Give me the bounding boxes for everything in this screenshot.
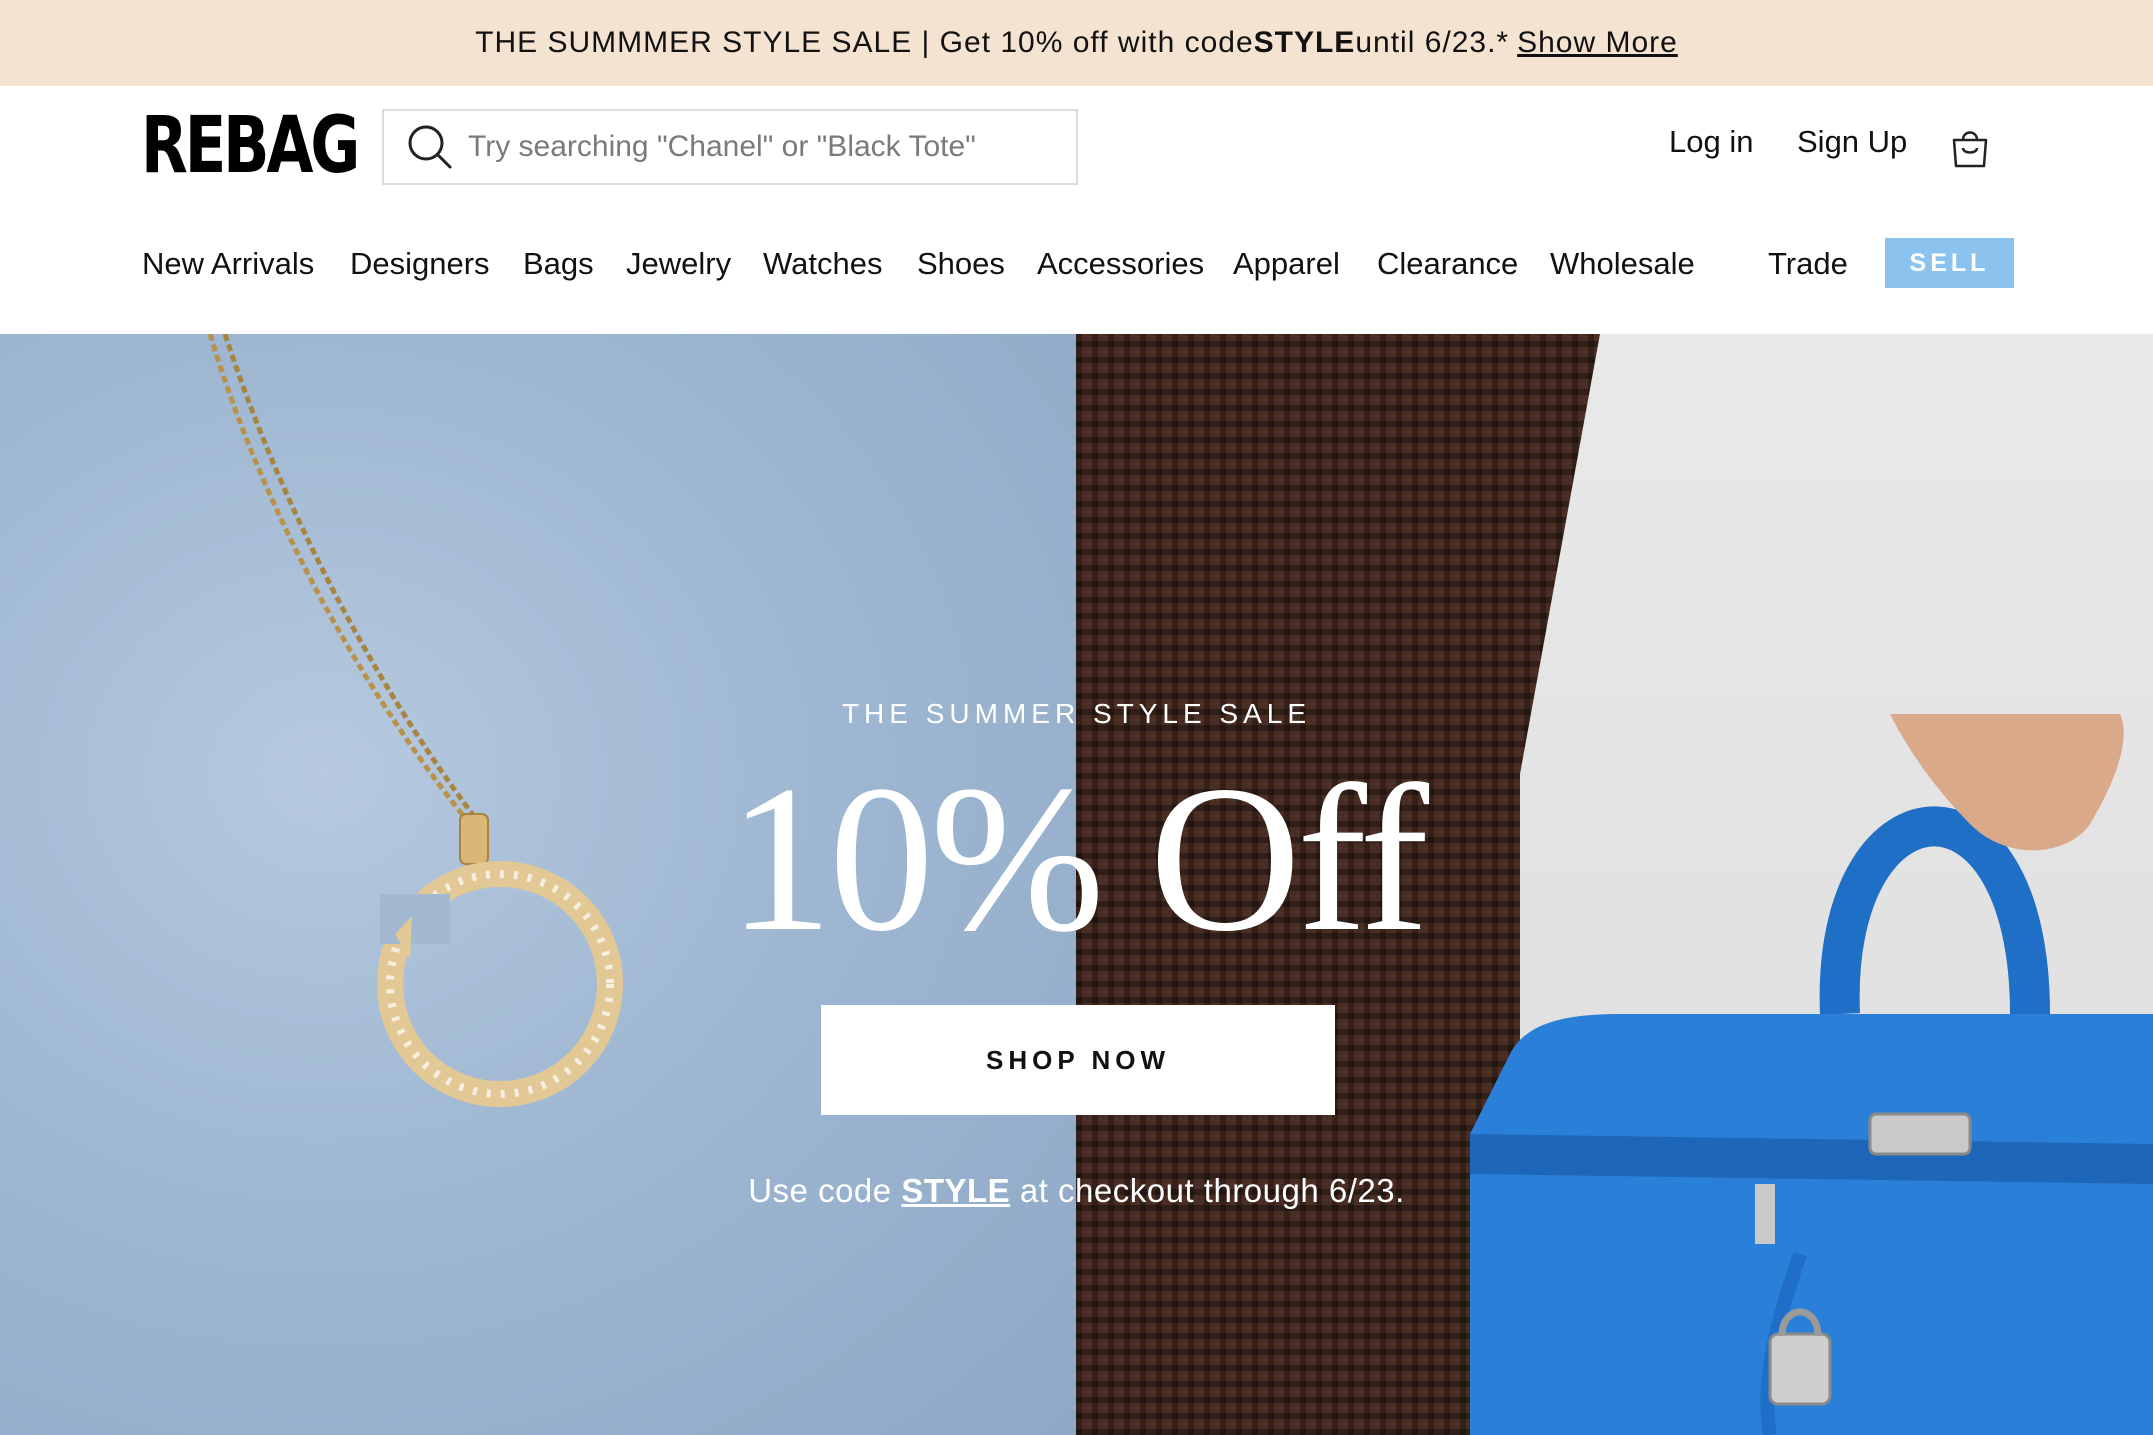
hero-subline-start: Use code [748,1172,902,1209]
shopping-bag-icon[interactable] [1948,126,1992,170]
hero-copy: THE SUMMER STYLE SALE 10% Off SHOP NOW U… [0,334,2153,1435]
sell-button[interactable]: SELL [1885,238,2014,288]
promo-text: THE SUMMMER STYLE SALE | Get 10% off wit… [475,26,1254,59]
search-input[interactable] [468,130,1068,164]
hero-kicker: THE SUMMER STYLE SALE [841,698,1312,729]
hero-banner[interactable]: THE SUMMER STYLE SALE 10% Off SHOP NOW U… [0,334,2153,1435]
signup-link[interactable]: Sign Up [1797,124,1907,160]
nav-new-arrivals[interactable]: New Arrivals [142,246,314,282]
nav-accessories[interactable]: Accessories [1037,246,1204,282]
nav-apparel[interactable]: Apparel [1233,246,1340,282]
hero-subline: Use code STYLE at checkout through 6/23. [0,1172,2153,1210]
nav-wholesale[interactable]: Wholesale [1550,246,1695,282]
nav-shoes[interactable]: Shoes [917,246,1005,282]
nav-clearance[interactable]: Clearance [1377,246,1518,282]
promo-banner: THE SUMMMER STYLE SALE | Get 10% off wit… [0,0,2153,86]
nav-jewelry[interactable]: Jewelry [626,246,731,282]
promo-code: STYLE [1253,26,1356,59]
promo-text-end: until 6/23.* [1355,26,1510,59]
search-bar[interactable] [382,109,1078,185]
nav-watches[interactable]: Watches [763,246,882,282]
search-icon [406,123,454,171]
login-link[interactable]: Log in [1669,124,1753,160]
rebag-logo[interactable]: REBAG [141,101,360,191]
hero-subline-code: STYLE [901,1172,1011,1209]
show-more-link[interactable]: Show More [1517,26,1678,60]
nav-designers[interactable]: Designers [350,246,490,282]
hero-headline: 10% Off [727,743,1429,975]
nav-trade[interactable]: Trade [1768,246,1848,282]
nav-bags[interactable]: Bags [523,246,594,282]
main-nav: New Arrivals Designers Bags Jewelry Watc… [0,238,2153,288]
shop-now-button[interactable]: SHOP NOW [821,1005,1335,1115]
hero-subline-end: at checkout through 6/23. [1010,1172,1405,1209]
